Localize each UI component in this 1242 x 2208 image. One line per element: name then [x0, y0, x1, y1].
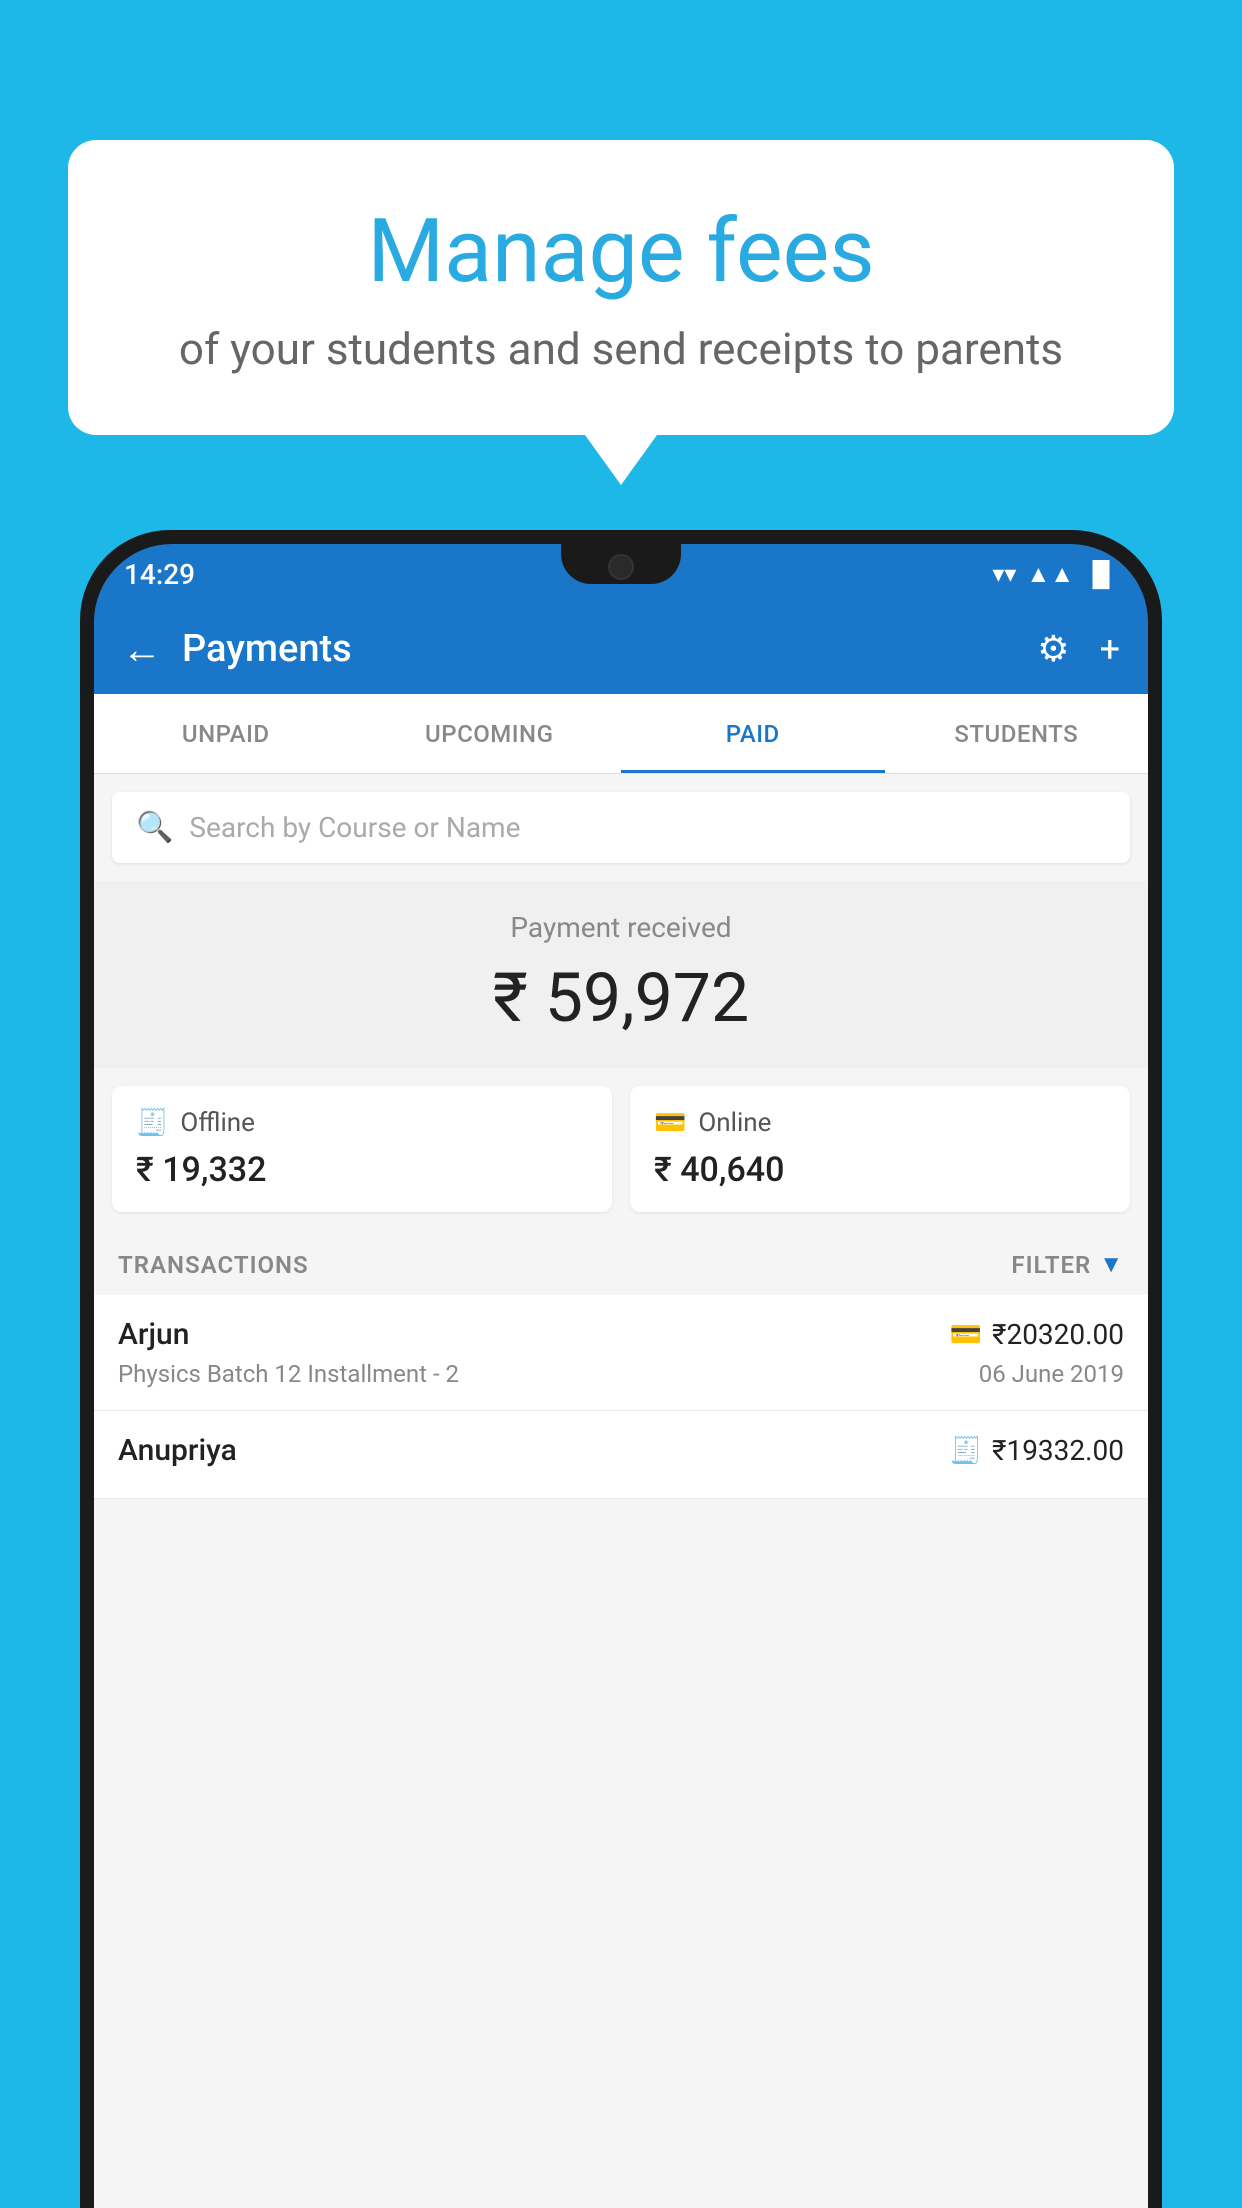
payment-received-label: Payment received [94, 911, 1148, 944]
transactions-header: TRANSACTIONS FILTER ▼ [94, 1230, 1148, 1295]
transaction-item[interactable]: Anupriya 🧾 ₹19332.00 [94, 1411, 1148, 1499]
page-title: Payments [182, 627, 1037, 671]
back-button[interactable]: ← [122, 626, 162, 673]
online-amount: ₹ 40,640 [654, 1150, 1106, 1190]
status-time: 14:29 [124, 558, 195, 591]
camera [608, 554, 634, 580]
online-payment-card: 💳 Online ₹ 40,640 [630, 1086, 1130, 1212]
phone-frame: 14:29 ▾▾ ▲▲ ▐▌ ← Payments ⚙ + UNPAID [80, 530, 1162, 2208]
payment-total-amount: ₹ 59,972 [94, 958, 1148, 1038]
payment-cards: 🧾 Offline ₹ 19,332 💳 Online ₹ 40,640 [112, 1086, 1130, 1212]
filter-label: FILTER [1011, 1251, 1091, 1279]
filter-icon: ▼ [1099, 1250, 1124, 1279]
filter-button[interactable]: FILTER ▼ [1011, 1250, 1124, 1279]
phone-inner: 14:29 ▾▾ ▲▲ ▐▌ ← Payments ⚙ + UNPAID [94, 544, 1148, 2208]
tab-unpaid[interactable]: UNPAID [94, 694, 358, 773]
tab-upcoming[interactable]: UPCOMING [358, 694, 622, 773]
settings-icon[interactable]: ⚙ [1037, 628, 1069, 670]
payment-type-icon: 💳 [950, 1320, 982, 1350]
offline-amount: ₹ 19,332 [136, 1150, 588, 1190]
signal-icon: ▲▲ [1026, 560, 1074, 589]
transaction-amount: ₹19332.00 [992, 1434, 1124, 1467]
transaction-name: Anupriya [118, 1433, 237, 1468]
transaction-name: Arjun [118, 1317, 189, 1352]
transactions-label: TRANSACTIONS [118, 1251, 309, 1279]
offline-icon: 🧾 [136, 1108, 168, 1138]
offline-card-header: 🧾 Offline [136, 1108, 588, 1138]
phone-screen: UNPAID UPCOMING PAID STUDENTS 🔍 Search b… [94, 694, 1148, 2208]
transaction-amount-wrap: 💳 ₹20320.00 [950, 1318, 1124, 1351]
transaction-amount-wrap: 🧾 ₹19332.00 [950, 1434, 1124, 1467]
transaction-date: 06 June 2019 [979, 1360, 1124, 1388]
online-card-header: 💳 Online [654, 1108, 1106, 1138]
status-icons: ▾▾ ▲▲ ▐▌ [992, 560, 1118, 589]
payment-summary: Payment received ₹ 59,972 [94, 881, 1148, 1068]
tab-bar: UNPAID UPCOMING PAID STUDENTS [94, 694, 1148, 774]
add-button[interactable]: + [1100, 628, 1120, 670]
transaction-description: Physics Batch 12 Installment - 2 [118, 1360, 459, 1388]
online-icon: 💳 [654, 1108, 686, 1138]
search-input[interactable]: Search by Course or Name [189, 811, 520, 844]
online-label: Online [698, 1108, 771, 1138]
offline-payment-card: 🧾 Offline ₹ 19,332 [112, 1086, 612, 1212]
payment-type-icon: 🧾 [950, 1436, 982, 1466]
transaction-row-2: Physics Batch 12 Installment - 2 06 June… [118, 1360, 1124, 1388]
speech-bubble-tail [585, 435, 657, 485]
tab-students[interactable]: STUDENTS [885, 694, 1149, 773]
search-bar[interactable]: 🔍 Search by Course or Name [112, 792, 1130, 863]
notch [561, 544, 681, 584]
transaction-item[interactable]: Arjun 💳 ₹20320.00 Physics Batch 12 Insta… [94, 1295, 1148, 1411]
battery-icon: ▐▌ [1084, 560, 1118, 589]
search-icon: 🔍 [136, 810, 173, 845]
speech-bubble-container: Manage fees of your students and send re… [68, 140, 1174, 485]
transaction-amount: ₹20320.00 [992, 1318, 1124, 1351]
app-header: ← Payments ⚙ + [94, 604, 1148, 694]
speech-bubble-subtitle: of your students and send receipts to pa… [148, 323, 1094, 375]
speech-bubble: Manage fees of your students and send re… [68, 140, 1174, 435]
header-actions: ⚙ + [1037, 628, 1120, 670]
transaction-row-1: Anupriya 🧾 ₹19332.00 [118, 1433, 1124, 1468]
transaction-row-1: Arjun 💳 ₹20320.00 [118, 1317, 1124, 1352]
speech-bubble-title: Manage fees [148, 200, 1094, 303]
offline-label: Offline [180, 1108, 255, 1138]
tab-paid[interactable]: PAID [621, 694, 885, 773]
wifi-icon: ▾▾ [992, 560, 1016, 588]
